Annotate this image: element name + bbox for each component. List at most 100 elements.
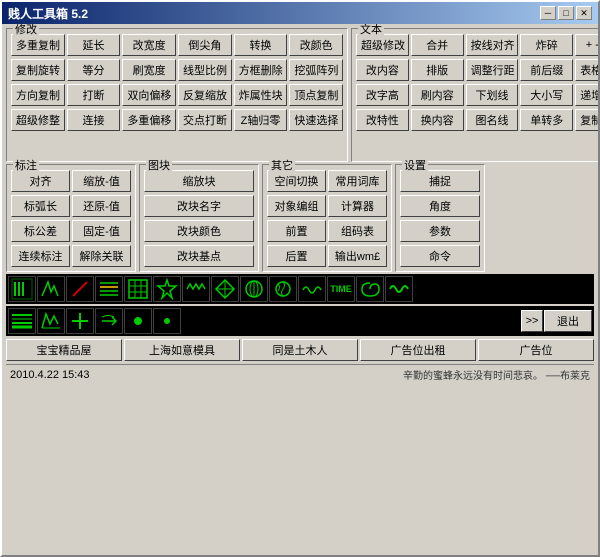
icon-cell-2[interactable] (37, 276, 65, 302)
btn-huanyuan-zhi[interactable]: 还原-值 (72, 195, 131, 217)
icon-cell-arrow[interactable] (95, 308, 123, 334)
btn-dan-zhuan-duo[interactable]: 单转多 (520, 109, 573, 131)
arrow-next-button[interactable]: >> (521, 310, 543, 332)
btn-fanfu-suofang[interactable]: 反复缩放 (178, 84, 232, 106)
btn-zhuanhuan[interactable]: 转换 (234, 34, 288, 56)
btn-suofang-kuai[interactable]: 缩放块 (144, 170, 254, 192)
btn-shua-neirong[interactable]: 刷内容 (411, 84, 464, 106)
exit-button[interactable]: 退出 (544, 310, 592, 332)
btn-buzhua[interactable]: 捕捉 (400, 170, 480, 192)
btn-shuakuandu[interactable]: 刷宽度 (122, 59, 176, 81)
btn-jiaodu[interactable]: 角度 (400, 195, 480, 217)
btn-biao-huchang[interactable]: 标弧长 (11, 195, 70, 217)
btn-xiaxian-xian[interactable]: 下划线 (466, 84, 519, 106)
btn-qianhou-zhui[interactable]: 前后缀 (520, 59, 573, 81)
icon-cell-dot2[interactable] (153, 308, 181, 334)
btn-gai-neirong[interactable]: 改内容 (356, 59, 409, 81)
icon-cell-spiral[interactable] (356, 276, 384, 302)
link-ad2[interactable]: 广告位 (478, 339, 594, 361)
btn-dizeng-fuzhi[interactable]: 递增复制 (575, 84, 598, 106)
btn-duixiang-bianzhu[interactable]: 对象编组 (267, 195, 326, 217)
btn-jisuanqi[interactable]: 计算器 (328, 195, 387, 217)
btn-daquan[interactable]: 打断 (67, 84, 121, 106)
minimize-button[interactable]: ─ (540, 6, 556, 20)
btn-suofang-zhi[interactable]: 缩放-值 (72, 170, 131, 192)
btn-kuaisu-xuanze[interactable]: 快速选择 (289, 109, 343, 131)
icon-cell-10[interactable] (269, 276, 297, 302)
icon-cell-9[interactable] (240, 276, 268, 302)
btn-houzhi[interactable]: 后置 (267, 245, 326, 267)
btn-chaoji-xiugai[interactable]: 超级修改 (356, 34, 409, 56)
icon-cell-plus[interactable] (66, 308, 94, 334)
link-tumu[interactable]: 同是土木人 (242, 339, 358, 361)
btn-jiechu-guanlian[interactable]: 解除关联 (72, 245, 131, 267)
btn-canshu[interactable]: 参数 (400, 220, 480, 242)
btn-plus-minus[interactable]: + - × ÷ (575, 34, 598, 56)
btn-wahu-zhenlie[interactable]: 挖弧阵列 (289, 59, 343, 81)
btn-zuma-biao[interactable]: 组码表 (328, 220, 387, 242)
btn-guding-zhi[interactable]: 固定-值 (72, 220, 131, 242)
btn-fangxiang-fuzhi[interactable]: 方向复制 (11, 84, 65, 106)
btn-shuchu-wm[interactable]: 输出wm£ (328, 245, 387, 267)
icon-cell-zigzag[interactable] (37, 308, 65, 334)
btn-duochongfuzhi[interactable]: 多重复制 (11, 34, 65, 56)
icon-cell-8[interactable] (211, 276, 239, 302)
btn-mingling[interactable]: 命令 (400, 245, 480, 267)
icon-cell-wave2[interactable] (385, 276, 413, 302)
close-button[interactable]: ✕ (576, 6, 592, 20)
icon-cell-time[interactable]: TIME (327, 276, 355, 302)
btn-huan-neirong[interactable]: 换内容 (411, 109, 464, 131)
btn-changyong-ciku[interactable]: 常用词库 (328, 170, 387, 192)
btn-shuangxiang-pianyi[interactable]: 双向偏移 (122, 84, 176, 106)
btn-daxiao-xie[interactable]: 大小写 (520, 84, 573, 106)
btn-gaikuandu[interactable]: 改宽度 (122, 34, 176, 56)
btn-duochong-pianyi[interactable]: 多重偏移 (122, 109, 176, 131)
title-bar: 贱人工具箱 5.2 ─ □ ✕ (2, 2, 598, 24)
btn-lianjie[interactable]: 连接 (67, 109, 121, 131)
icon-cell-dot1[interactable] (124, 308, 152, 334)
btn-tiaozhen-hangjv[interactable]: 调整行距 (466, 59, 519, 81)
btn-dengfen[interactable]: 等分 (67, 59, 121, 81)
btn-gai-kuai-yanse[interactable]: 改块颜色 (144, 220, 254, 242)
icon-cell-7[interactable] (182, 276, 210, 302)
btn-biao-gongcha[interactable]: 标公差 (11, 220, 70, 242)
btn-daojiaojiao[interactable]: 倒尖角 (178, 34, 232, 56)
zhubiao-row-4: 连续标注 解除关联 (11, 245, 131, 267)
btn-zhasui[interactable]: 炸碎 (520, 34, 573, 56)
btn-z-zhou-guiling[interactable]: Z轴归零 (234, 109, 288, 131)
btn-gai-texing[interactable]: 改特性 (356, 109, 409, 131)
icon-cell-6[interactable] (153, 276, 181, 302)
btn-chaoji-xiuzheng[interactable]: 超级修整 (11, 109, 65, 131)
icon-cell-5[interactable] (124, 276, 152, 302)
btn-fuzhi-xuanzhuan[interactable]: 复制旋转 (11, 59, 65, 81)
btn-paiban[interactable]: 排版 (411, 59, 464, 81)
btn-xianxingbili[interactable]: 线型比例 (178, 59, 232, 81)
btn-jiaodian-daquan[interactable]: 交点打断 (178, 109, 232, 131)
icon-cell-1[interactable] (8, 276, 36, 302)
btn-tuminxian[interactable]: 图名线 (466, 109, 519, 131)
icon-cell-3[interactable] (66, 276, 94, 302)
btn-fuzhi-bingai[interactable]: 复制并改 (575, 109, 598, 131)
btn-kongjian-qiehuan[interactable]: 空间切换 (267, 170, 326, 192)
icon-cell-lines[interactable] (8, 308, 36, 334)
btn-zha-shuxingkuai[interactable]: 炸属性块 (234, 84, 288, 106)
btn-gai-kuai-jidian[interactable]: 改块基点 (144, 245, 254, 267)
link-ruyi[interactable]: 上海如意模具 (124, 339, 240, 361)
btn-anxian-duiqi[interactable]: 按线对齐 (466, 34, 519, 56)
icon-cell-4[interactable] (95, 276, 123, 302)
btn-gai-kuai-ming[interactable]: 改块名字 (144, 195, 254, 217)
btn-duiqi[interactable]: 对齐 (11, 170, 70, 192)
btn-lianxu-biaozhu[interactable]: 连续标注 (11, 245, 70, 267)
btn-qianzhi[interactable]: 前置 (267, 220, 326, 242)
btn-gai-zigao[interactable]: 改字高 (356, 84, 409, 106)
btn-hebing[interactable]: 合并 (411, 34, 464, 56)
btn-yanchang[interactable]: 延长 (67, 34, 121, 56)
link-ad1[interactable]: 广告位出租 (360, 339, 476, 361)
btn-gaiyanse[interactable]: 改颜色 (289, 34, 343, 56)
link-baobao[interactable]: 宝宝精品屋 (6, 339, 122, 361)
btn-fangkuangshanchu[interactable]: 方框删除 (234, 59, 288, 81)
btn-dingdian-fuzhi[interactable]: 顶点复制 (289, 84, 343, 106)
maximize-button[interactable]: □ (558, 6, 574, 20)
btn-biaoge-juzhong[interactable]: 表格居中 (575, 59, 598, 81)
icon-cell-11[interactable] (298, 276, 326, 302)
